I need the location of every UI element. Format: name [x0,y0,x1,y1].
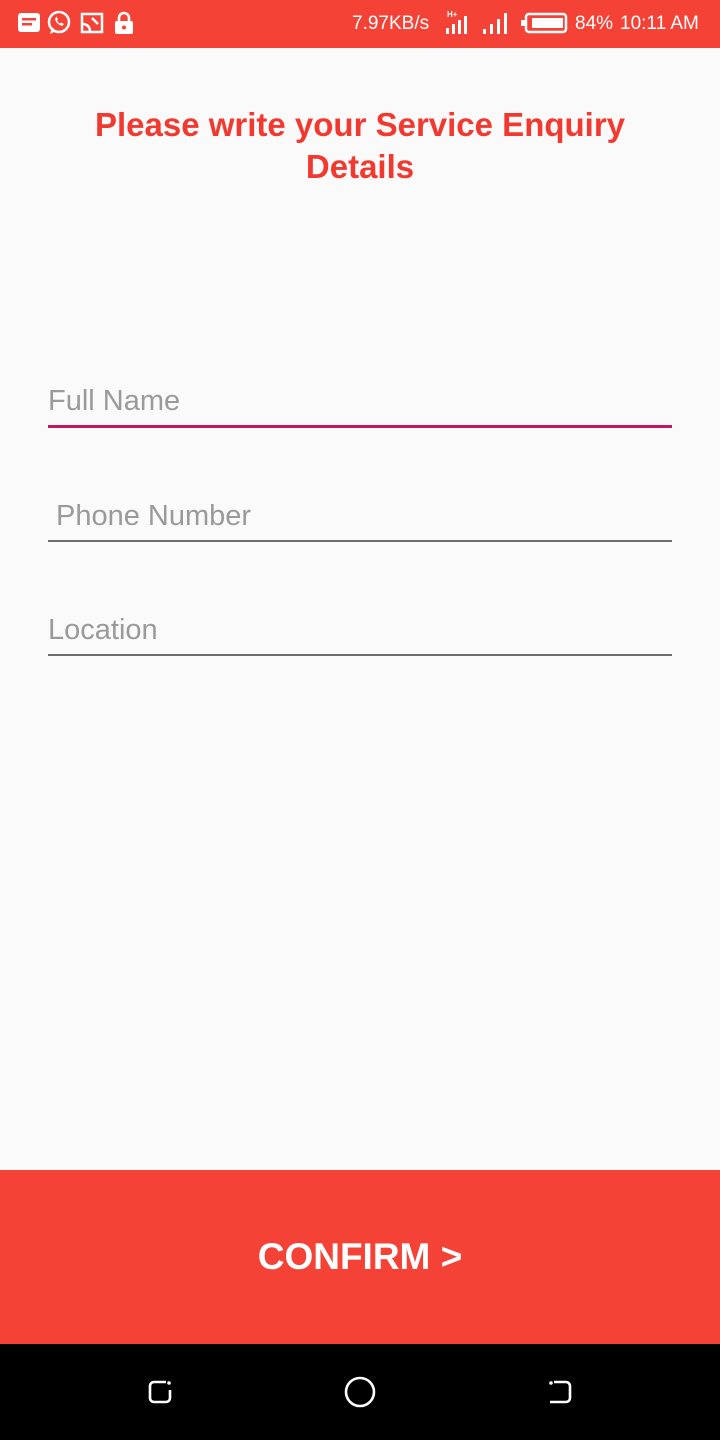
page-title: Please write your Service Enquiry Detail… [94,106,626,185]
battery-icon [520,10,568,36]
screen-cast-icon [79,10,105,36]
message-icon [16,10,42,36]
confirm-button[interactable]: CONFIRM > [0,1170,720,1344]
navigation-bar [0,1344,720,1440]
signal-icon [481,10,511,36]
status-bar: 7.97KB/s H+ 84% 10:11 AM [0,0,720,48]
net-speed: 7.97KB/s [352,13,430,34]
whatsapp-icon [46,10,72,36]
phone-number-input[interactable] [48,492,672,542]
recent-apps-icon[interactable] [140,1372,180,1412]
clock: 10:11 AM [620,13,699,34]
network-h-plus-icon: H+ [443,10,473,36]
full-name-input[interactable] [48,378,672,428]
lock-icon [111,10,137,36]
back-icon[interactable] [540,1372,580,1412]
location-input[interactable] [48,606,672,656]
battery-level: 84% [575,13,614,34]
svg-text:H+: H+ [447,10,458,19]
home-icon[interactable] [340,1372,380,1412]
